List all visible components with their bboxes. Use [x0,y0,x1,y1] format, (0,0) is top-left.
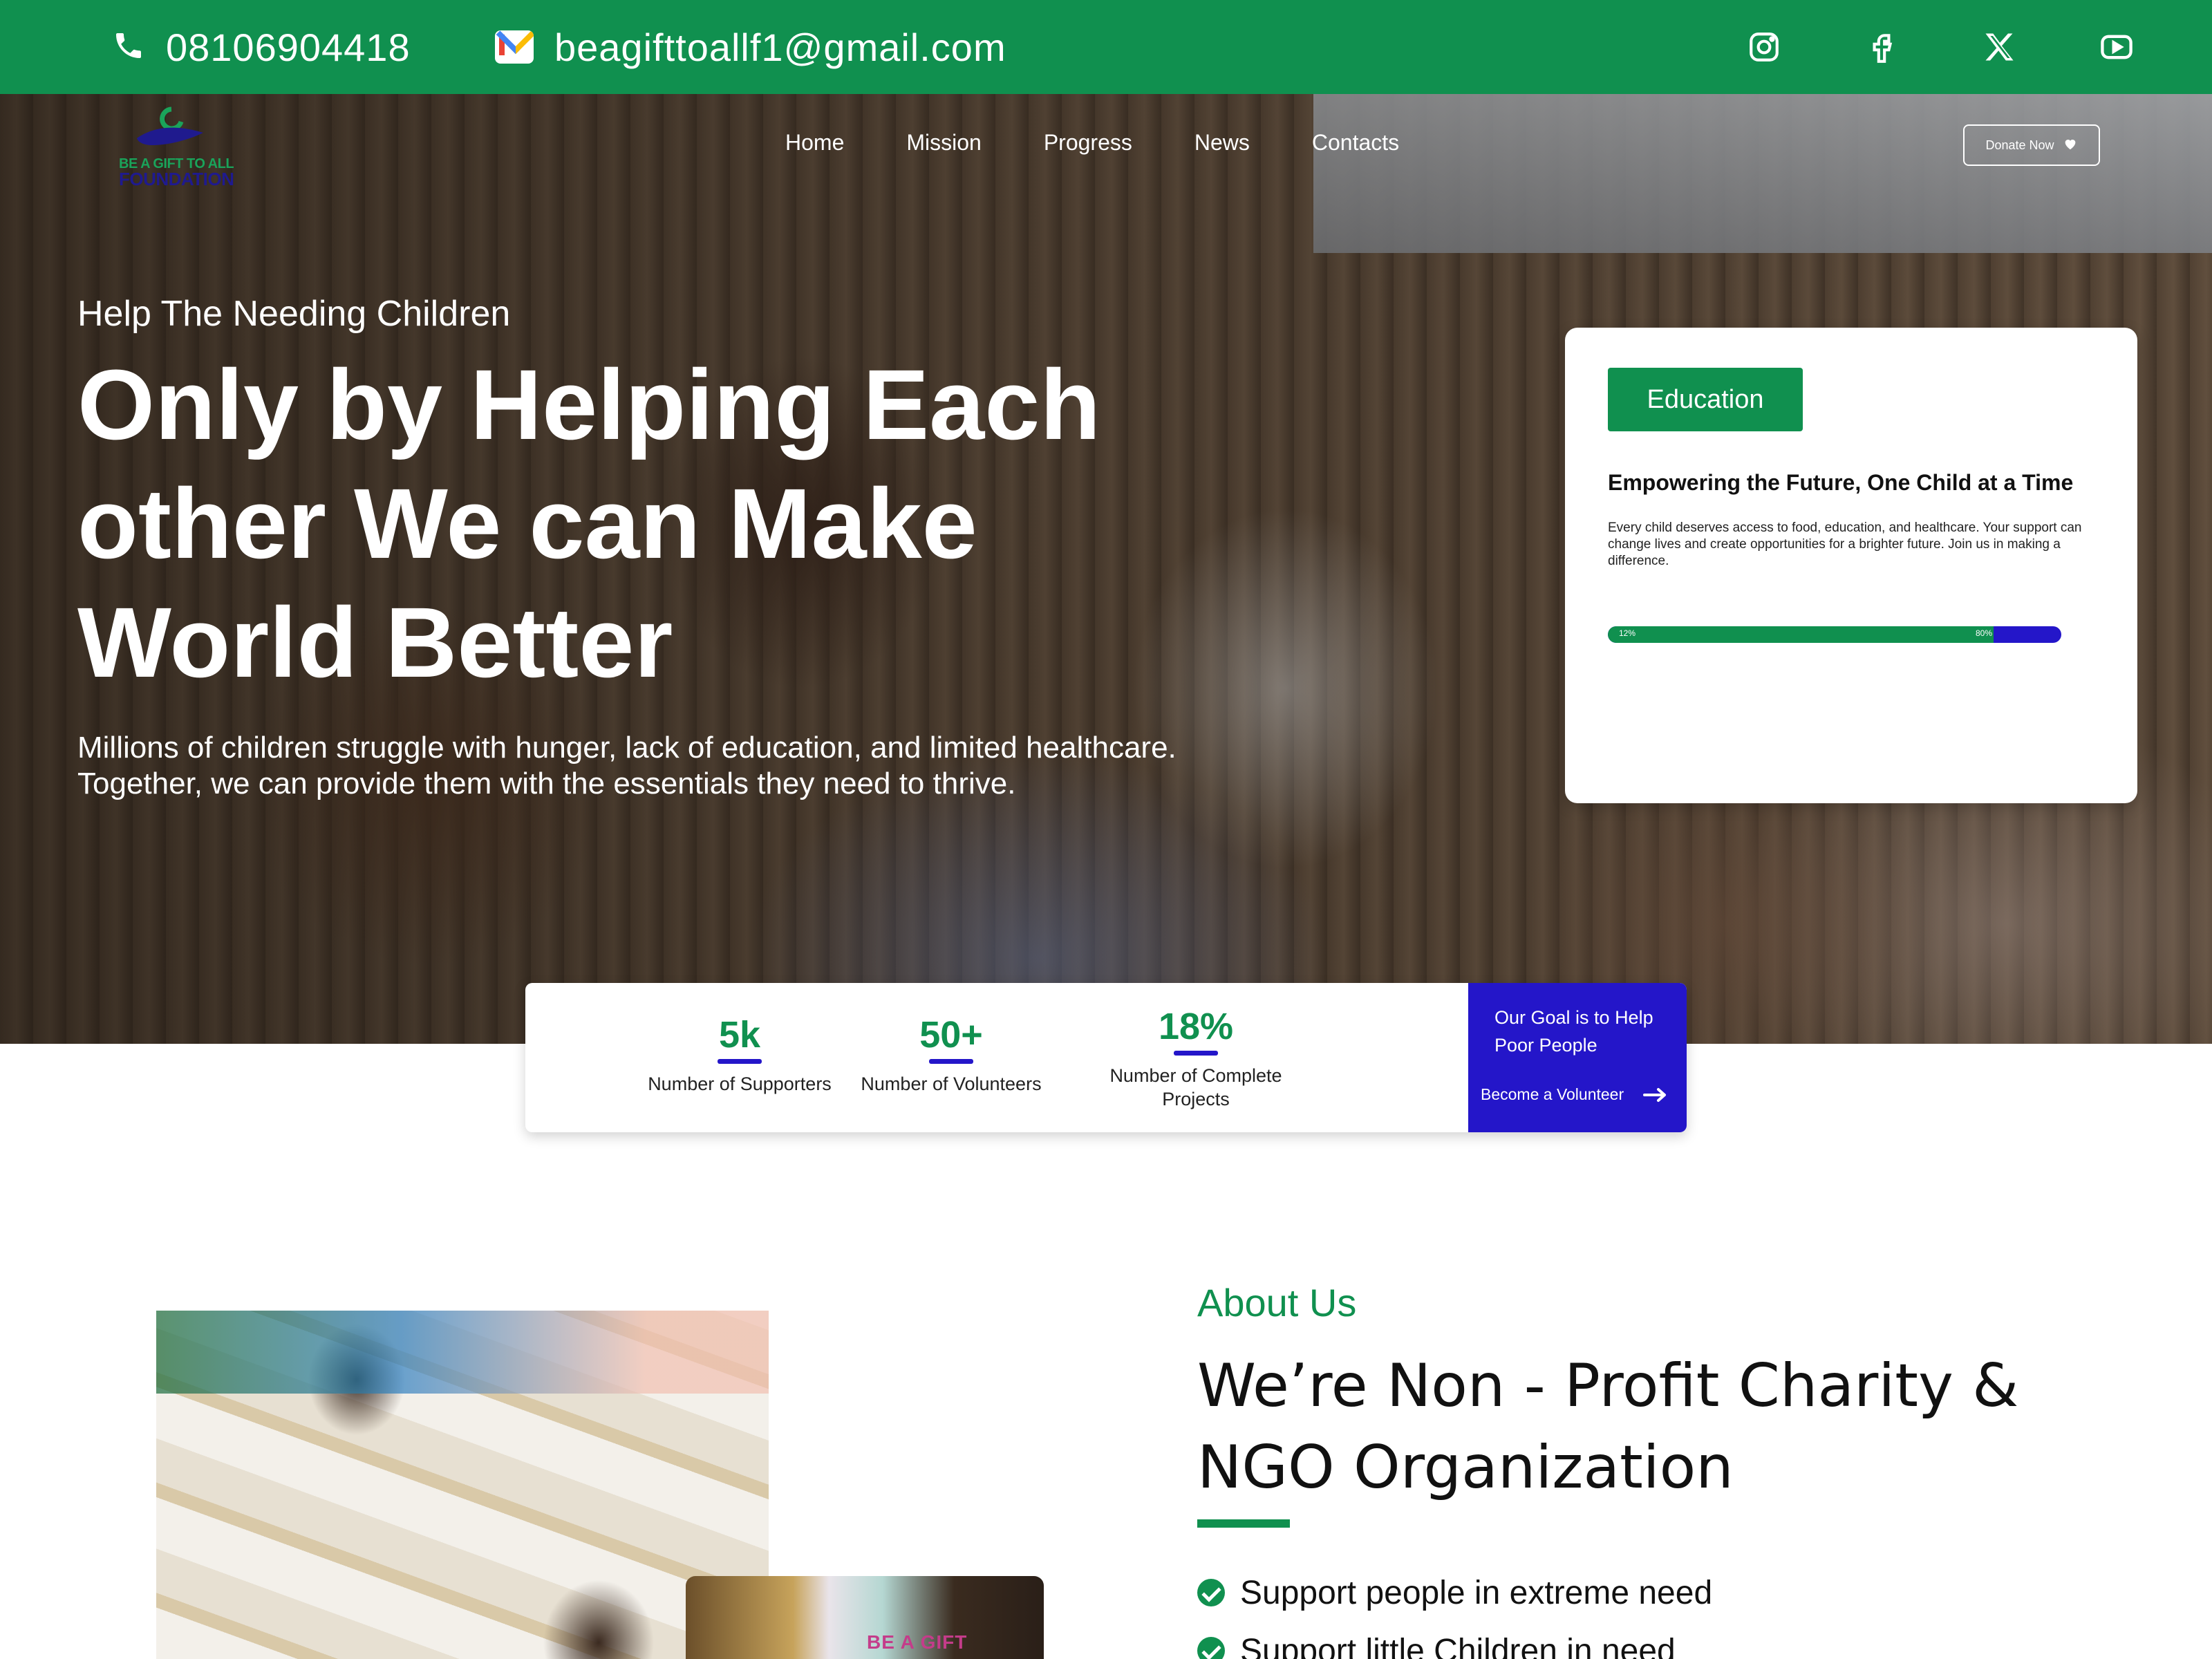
education-progress-bar: 12% 80% [1608,626,2061,643]
stat-complete-projects: 18% Number of Complete Projects [1092,983,1300,1132]
logo-hand-icon [137,106,203,145]
about-list: Support people in extreme need Support l… [1197,1564,1712,1659]
nav-news[interactable]: News [1194,130,1250,156]
hero-subtitle: Help The Needing Children [77,294,511,334]
check-icon [1197,1579,1225,1606]
arrow-right-icon [1643,1087,1667,1102]
become-volunteer-link[interactable]: Become a Volunteer [1481,1085,1668,1104]
education-card: Education Empowering the Future, One Chi… [1565,328,2137,803]
about-title: We’re Non - Profit Charity & NGO Organiz… [1197,1351,2019,1502]
progress-left-label: 12% [1619,628,1636,638]
instagram-icon[interactable] [1746,29,1782,65]
youtube-icon[interactable] [2099,29,2135,65]
goal-panel: Our Goal is to Help Poor People Become a… [1468,983,1687,1132]
stat-underline [718,1059,762,1064]
nav-progress[interactable]: Progress [1044,130,1132,156]
about-photo-banner: BE A GIFT [686,1576,1044,1659]
education-progress-fill [1608,626,1994,643]
logo-text-line2: FOUNDATION [119,169,234,189]
phone-number: 08106904418 [166,25,411,69]
stat-volunteers: 50+ Number of Volunteers [854,983,1048,1132]
hero-description: Millions of children struggle with hunge… [77,731,1177,800]
hero-title: Only by Helping Each other We can Make W… [77,349,1101,698]
donate-now-button[interactable]: Donate Now [1963,124,2100,166]
about-photo-certificates [156,1311,769,1659]
about-list-text: Support little Children in need [1240,1632,1676,1659]
education-heading: Empowering the Future, One Child at a Ti… [1608,470,2074,495]
stat-value: 18% [1158,1006,1234,1047]
facebook-icon[interactable] [1864,29,1900,65]
nav-home[interactable]: Home [785,130,844,156]
goal-text: Our Goal is to Help Poor People [1494,1007,1653,1056]
top-contact-bar: 08106904418 beagifttoallf1@gmail.com [0,0,2212,94]
education-tag-button[interactable]: Education [1608,368,1803,431]
email-contact[interactable]: beagifttoallf1@gmail.com [495,0,1006,94]
stat-value: 5k [718,1014,761,1056]
main-nav: Home Mission Progress News Contacts [785,130,1399,156]
stat-supporters: 5k Number of Supporters [636,983,843,1132]
stat-underline [1174,1051,1218,1056]
check-icon [1197,1637,1225,1659]
about-list-item: Support little Children in need [1197,1622,1712,1659]
stat-label: Number of Volunteers [861,1074,1042,1094]
donate-label: Donate Now [1985,138,2054,152]
social-links [1746,0,2135,94]
stat-label: Number of Complete Projects [1109,1065,1282,1109]
progress-right-label: 80% [1976,628,1993,638]
phone-contact[interactable]: 08106904418 [112,0,411,94]
education-text: Every child deserves access to food, edu… [1608,521,2082,568]
about-kicker: About Us [1197,1281,1357,1324]
about-list-item: Support people in extreme need [1197,1564,1712,1622]
gmail-icon [495,30,534,64]
stat-underline [929,1059,973,1064]
nav-mission[interactable]: Mission [906,130,981,156]
donate-heart-icon [2063,136,2078,155]
stat-label: Number of Supporters [648,1074,832,1094]
nav-contacts[interactable]: Contacts [1312,130,1399,156]
site-logo[interactable]: BE A GIFT TO ALL FOUNDATION [118,97,235,189]
email-address: beagifttoallf1@gmail.com [554,25,1006,69]
about-divider [1197,1519,1290,1528]
stats-strip: 5k Number of Supporters 50+ Number of Vo… [525,983,1687,1132]
become-volunteer-label: Become a Volunteer [1481,1085,1624,1103]
stat-value: 50+ [919,1014,983,1056]
banner-text: BE A GIFT [867,1631,968,1653]
about-list-text: Support people in extreme need [1240,1574,1713,1611]
x-icon[interactable] [1981,29,2017,65]
phone-icon [112,29,145,66]
